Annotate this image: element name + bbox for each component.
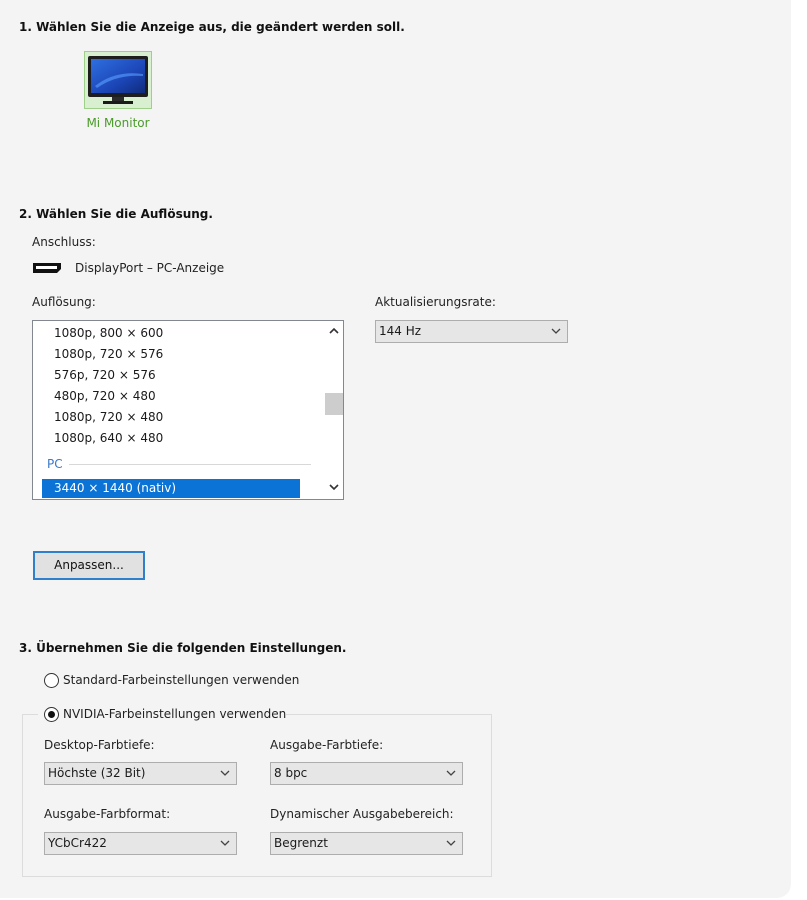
output-format-label: Ausgabe-Farbformat: xyxy=(44,807,171,821)
output-format-dropdown[interactable]: YCbCr422 xyxy=(44,832,237,855)
chevron-down-icon xyxy=(446,840,456,846)
dynamic-range-value: Begrenzt xyxy=(274,836,328,850)
displayport-icon xyxy=(33,263,61,273)
chevron-down-icon xyxy=(220,840,230,846)
connection-label: Anschluss: xyxy=(32,235,96,249)
chevron-down-icon xyxy=(551,328,561,334)
desktop-depth-label: Desktop-Farbtiefe: xyxy=(44,738,155,752)
list-item[interactable]: 1080p, 720 × 576 xyxy=(54,345,163,363)
list-item[interactable]: 576p, 720 × 576 xyxy=(54,366,156,384)
desktop-depth-dropdown[interactable]: Höchste (32 Bit) xyxy=(44,762,237,785)
monitor-icon xyxy=(88,56,148,104)
list-item[interactable]: 1080p, 720 × 480 xyxy=(54,408,163,426)
resolution-label: Auflösung: xyxy=(32,295,96,309)
radio-nvidia-colors[interactable] xyxy=(44,707,59,722)
scrollbar-thumb[interactable] xyxy=(325,393,343,415)
step3-heading: 3. Übernehmen Sie die folgenden Einstell… xyxy=(19,641,347,655)
radio-default-colors[interactable] xyxy=(44,673,59,688)
chevron-down-icon xyxy=(446,770,456,776)
list-item[interactable]: 1080p, 640 × 480 xyxy=(54,429,163,447)
refresh-rate-value: 144 Hz xyxy=(379,324,422,338)
step1-heading: 1. Wählen Sie die Anzeige aus, die geänd… xyxy=(19,20,405,34)
customize-button[interactable]: Anpassen... xyxy=(33,551,145,580)
refresh-rate-dropdown[interactable]: 144 Hz xyxy=(375,320,568,343)
chevron-down-icon xyxy=(220,770,230,776)
refresh-rate-label: Aktualisierungsrate: xyxy=(375,295,496,309)
resolution-listbox[interactable]: 1080p, 800 × 600 1080p, 720 × 576 576p, … xyxy=(32,320,344,500)
dynamic-range-dropdown[interactable]: Begrenzt xyxy=(270,832,463,855)
step2-heading: 2. Wählen Sie die Auflösung. xyxy=(19,207,213,221)
output-depth-label: Ausgabe-Farbtiefe: xyxy=(270,738,384,752)
list-item-selected[interactable]: 3440 × 1440 (nativ) xyxy=(42,479,300,498)
chevron-up-icon[interactable] xyxy=(324,323,343,341)
desktop-depth-value: Höchste (32 Bit) xyxy=(48,766,146,780)
connection-value: DisplayPort – PC-Anzeige xyxy=(75,261,225,275)
list-group-header: PC xyxy=(47,457,63,471)
list-item[interactable]: 1080p, 800 × 600 xyxy=(54,324,163,342)
output-format-value: YCbCr422 xyxy=(48,836,107,850)
dynamic-range-label: Dynamischer Ausgabebereich: xyxy=(270,807,454,821)
display-tile-mi-monitor[interactable] xyxy=(84,51,152,109)
list-item[interactable]: 480p, 720 × 480 xyxy=(54,387,156,405)
chevron-down-icon[interactable] xyxy=(324,479,343,497)
radio-nvidia-label[interactable]: NVIDIA-Farbeinstellungen verwenden xyxy=(63,707,286,721)
display-name-label: Mi Monitor xyxy=(86,116,150,130)
listbox-scrollbar[interactable] xyxy=(324,321,343,499)
radio-default-label[interactable]: Standard-Farbeinstellungen verwenden xyxy=(63,673,299,687)
group-divider xyxy=(69,464,311,465)
output-depth-dropdown[interactable]: 8 bpc xyxy=(270,762,463,785)
output-depth-value: 8 bpc xyxy=(274,766,308,780)
